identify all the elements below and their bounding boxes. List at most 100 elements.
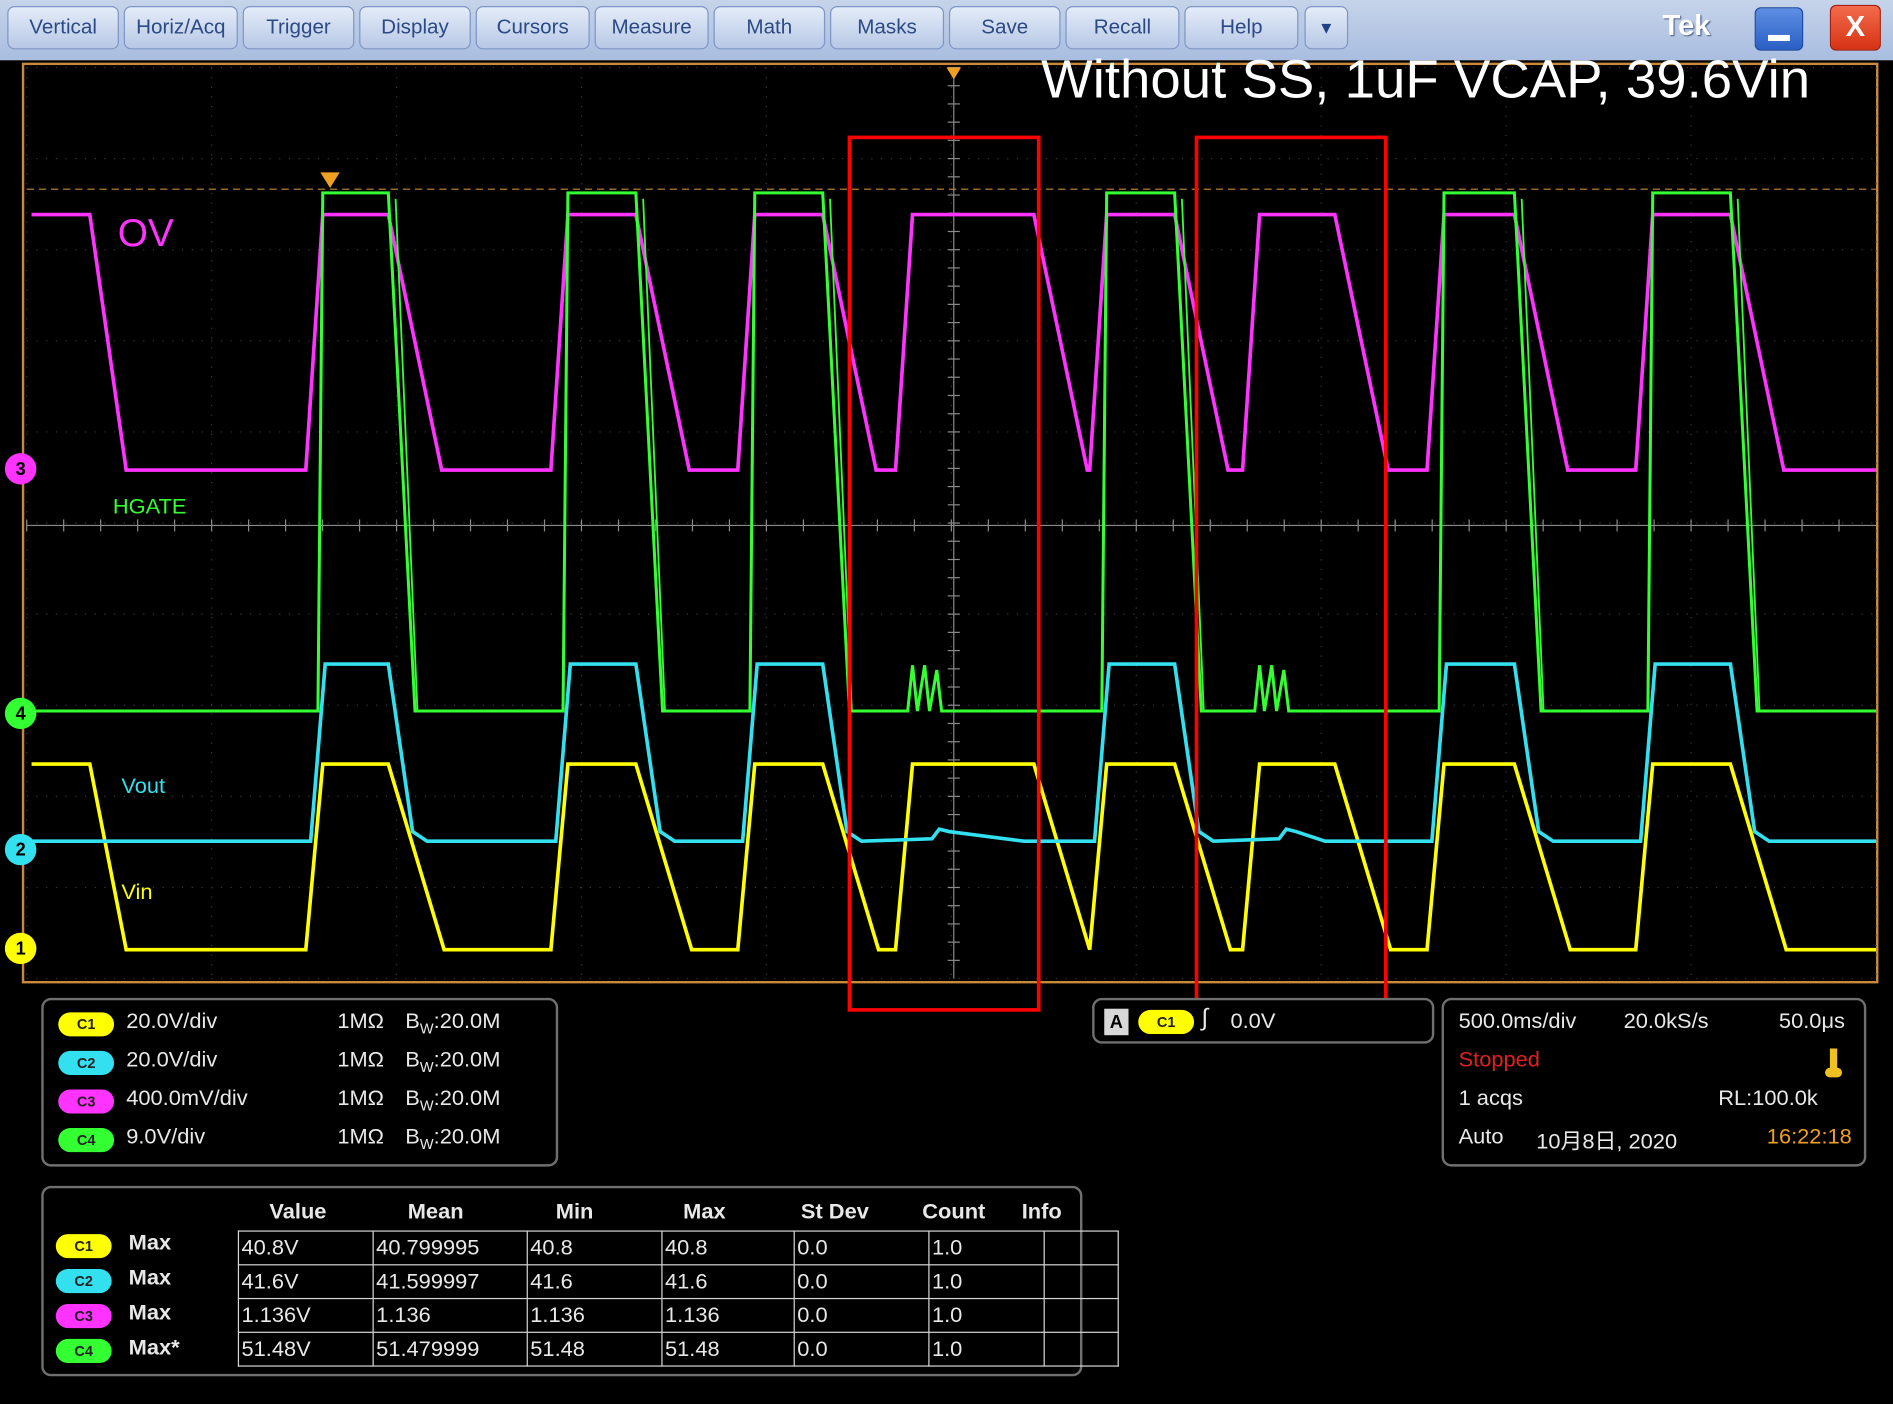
ch1-badge[interactable]: C1 <box>58 1012 115 1037</box>
run-state: Stopped <box>1458 1047 1540 1072</box>
measurement-row: 40.8V 40.799995 40.8 40.8 0.0 1.0 <box>237 1230 1119 1266</box>
acquisition-time: 16:22:18 <box>1766 1124 1852 1149</box>
ch2-ground-marker[interactable]: 2 <box>4 833 37 866</box>
measurement-cell-min: 41.6 <box>526 1264 663 1300</box>
ch4-bandwidth: BW:20.0M <box>405 1124 501 1153</box>
channel-settings-panel[interactable]: C1 20.0V/div 1MΩ BW:20.0M C2 20.0V/div 1… <box>41 997 559 1167</box>
ch4-scale: 9.0V/div <box>126 1124 206 1149</box>
ch4-impedance: 1MΩ <box>337 1124 385 1149</box>
acquisition-count: 1 acqs <box>1458 1085 1523 1110</box>
ch3-bandwidth: BW:20.0M <box>405 1085 501 1115</box>
trigger-mode-badge: A <box>1104 1008 1129 1036</box>
ch2-bandwidth: BW:20.0M <box>405 1047 501 1076</box>
ch1-ground-marker[interactable]: 1 <box>4 932 37 965</box>
acquisition-date: 10月8日, 2020 <box>1536 1129 1678 1154</box>
measurement-cell-info <box>1043 1264 1119 1300</box>
measurement-cell-value: 51.48V <box>237 1331 374 1367</box>
ch3-scale: 400.0mV/div <box>126 1085 248 1110</box>
measurement-cell-info <box>1043 1230 1119 1266</box>
ch3-badge[interactable]: C3 <box>58 1089 115 1114</box>
ch3-impedance: 1MΩ <box>337 1085 385 1110</box>
trigger-mode: Auto <box>1458 1124 1504 1149</box>
sample-rate: 20.0kS/s <box>1623 1008 1709 1033</box>
timebase: 500.0ms/div <box>1458 1008 1577 1033</box>
trigger-markers <box>320 67 962 189</box>
measurement-cell-value: 41.6V <box>237 1264 374 1300</box>
measurement-cell-info <box>1043 1331 1119 1367</box>
measurement-cell-mean: 40.799995 <box>372 1230 528 1266</box>
meas-header-info: Info <box>1021 1199 1062 1224</box>
measurement-cell-count: 1.0 <box>928 1230 1045 1266</box>
trace-ch4-edge <box>642 198 666 712</box>
measurement-channel-badge[interactable]: C1 <box>55 1234 112 1259</box>
trace-label-hgate: HGATE <box>112 494 187 519</box>
measurements-table: 40.8V 40.799995 40.8 40.8 0.0 1.0 41.6V 41.5999… <box>237 1230 1119 1367</box>
record-length: RL:100.0k <box>1718 1085 1818 1110</box>
measurement-cell-value: 40.8V <box>237 1230 374 1266</box>
ch1-impedance: 1MΩ <box>337 1008 385 1033</box>
annotation-title: Without SS, 1uF VCAP, 39.6Vin <box>1041 48 1811 110</box>
resolution: 50.0μs <box>1778 1008 1845 1033</box>
measurement-cell-stdev: 0.0 <box>793 1331 930 1367</box>
trace-ch4-edge <box>1736 198 1761 712</box>
trace-label-ov: OV <box>117 210 174 255</box>
measurement-row: 1.136V 1.136 1.136 1.136 0.0 1.0 <box>237 1297 1119 1333</box>
measurement-cell-info <box>1043 1297 1119 1333</box>
trigger-level: 0.0V <box>1230 1008 1276 1033</box>
measurement-channel-badge[interactable]: C4 <box>55 1338 112 1364</box>
meas-header-max: Max <box>683 1199 726 1224</box>
measurement-type: Max <box>128 1265 172 1290</box>
measurement-cell-count: 1.0 <box>928 1264 1045 1300</box>
measurement-cell-max: 1.136 <box>661 1297 795 1333</box>
measurement-cell-stdev: 0.0 <box>793 1264 930 1300</box>
horizontal-position-marker <box>946 67 962 80</box>
measurement-type: Max <box>128 1230 172 1255</box>
highlight-box-1 <box>847 135 1041 1012</box>
ch2-scale: 20.0V/div <box>126 1047 218 1072</box>
measurement-cell-count: 1.0 <box>928 1297 1045 1333</box>
measurement-cell-max: 40.8 <box>661 1230 795 1266</box>
measurement-channel-badge[interactable]: C3 <box>55 1303 112 1329</box>
measurement-row: 41.6V 41.599997 41.6 41.6 0.0 1.0 <box>237 1264 1119 1300</box>
trace-ch4-edge <box>394 198 419 712</box>
meas-header-min: Min <box>555 1199 594 1224</box>
meas-header-value: Value <box>269 1199 327 1224</box>
trace-label-vin: Vin <box>121 879 153 904</box>
trigger-position-marker <box>320 172 340 189</box>
measurement-cell-min: 51.48 <box>526 1331 663 1367</box>
measurement-cell-max: 41.6 <box>661 1264 795 1300</box>
ch2-impedance: 1MΩ <box>337 1047 385 1072</box>
measurement-cell-value: 1.136V <box>237 1297 374 1333</box>
measurement-cell-count: 1.0 <box>928 1331 1045 1367</box>
measurement-type: Max* <box>128 1335 180 1360</box>
trigger-source-badge[interactable]: C1 <box>1138 1009 1195 1035</box>
acquisition-panel[interactable]: 500.0ms/div 20.0kS/s 50.0μs Stopped 1 ac… <box>1441 997 1867 1167</box>
meas-header-stdev: St Dev <box>800 1199 869 1224</box>
ch1-bandwidth: BW:20.0M <box>405 1008 501 1038</box>
measurement-channel-badge[interactable]: C2 <box>55 1269 112 1294</box>
measurement-cell-mean: 51.479999 <box>372 1331 528 1367</box>
ch3-ground-marker[interactable]: 3 <box>4 453 37 485</box>
measurement-row: 51.48V 51.479999 51.48 51.48 0.0 1.0 <box>237 1331 1119 1367</box>
screenshot-stage: Vertical Horiz/Acq Trigger Display Curso… <box>0 0 1893 1404</box>
ch4-ground-marker[interactable]: 4 <box>4 697 37 730</box>
ch2-badge[interactable]: C2 <box>58 1050 115 1075</box>
measurement-cell-min: 40.8 <box>526 1230 663 1266</box>
measurement-cell-max: 51.48 <box>661 1331 795 1367</box>
measurement-cell-stdev: 0.0 <box>793 1297 930 1333</box>
ch4-badge[interactable]: C4 <box>58 1128 115 1153</box>
trace-ch4-edge <box>1181 198 1205 712</box>
trigger-panel[interactable]: A C1 ∫ 0.0V <box>1092 997 1435 1044</box>
oscilloscope-window: Vertical Horiz/Acq Trigger Display Curso… <box>0 0 1893 1404</box>
meas-header-count: Count <box>922 1199 986 1224</box>
measurement-type: Max <box>128 1300 172 1325</box>
trace-ch4-edge <box>1520 198 1545 712</box>
measurement-cell-stdev: 0.0 <box>793 1230 930 1266</box>
measurement-cell-mean: 1.136 <box>372 1297 528 1333</box>
highlight-boxes <box>847 135 1388 1012</box>
ch1-scale: 20.0V/div <box>126 1008 218 1033</box>
highlight-box-2 <box>1194 135 1388 1012</box>
measurement-cell-mean: 41.599997 <box>372 1264 528 1300</box>
measurement-cell-min: 1.136 <box>526 1297 663 1333</box>
rising-edge-icon: ∫ <box>1201 1005 1208 1032</box>
